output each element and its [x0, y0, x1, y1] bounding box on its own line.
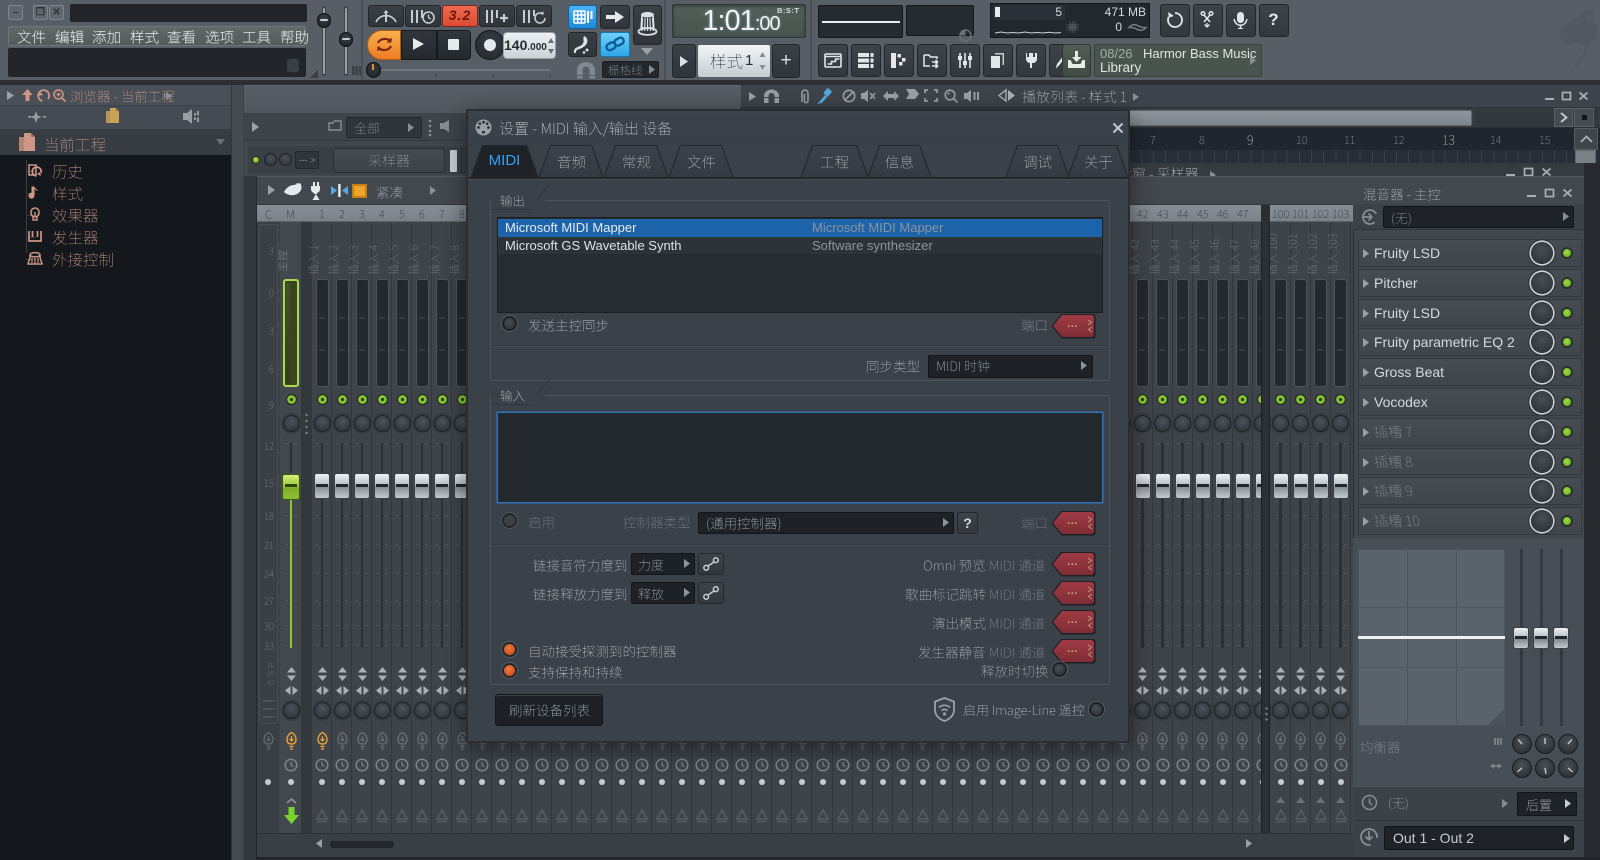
svg-text:?: ?	[1268, 10, 1278, 29]
